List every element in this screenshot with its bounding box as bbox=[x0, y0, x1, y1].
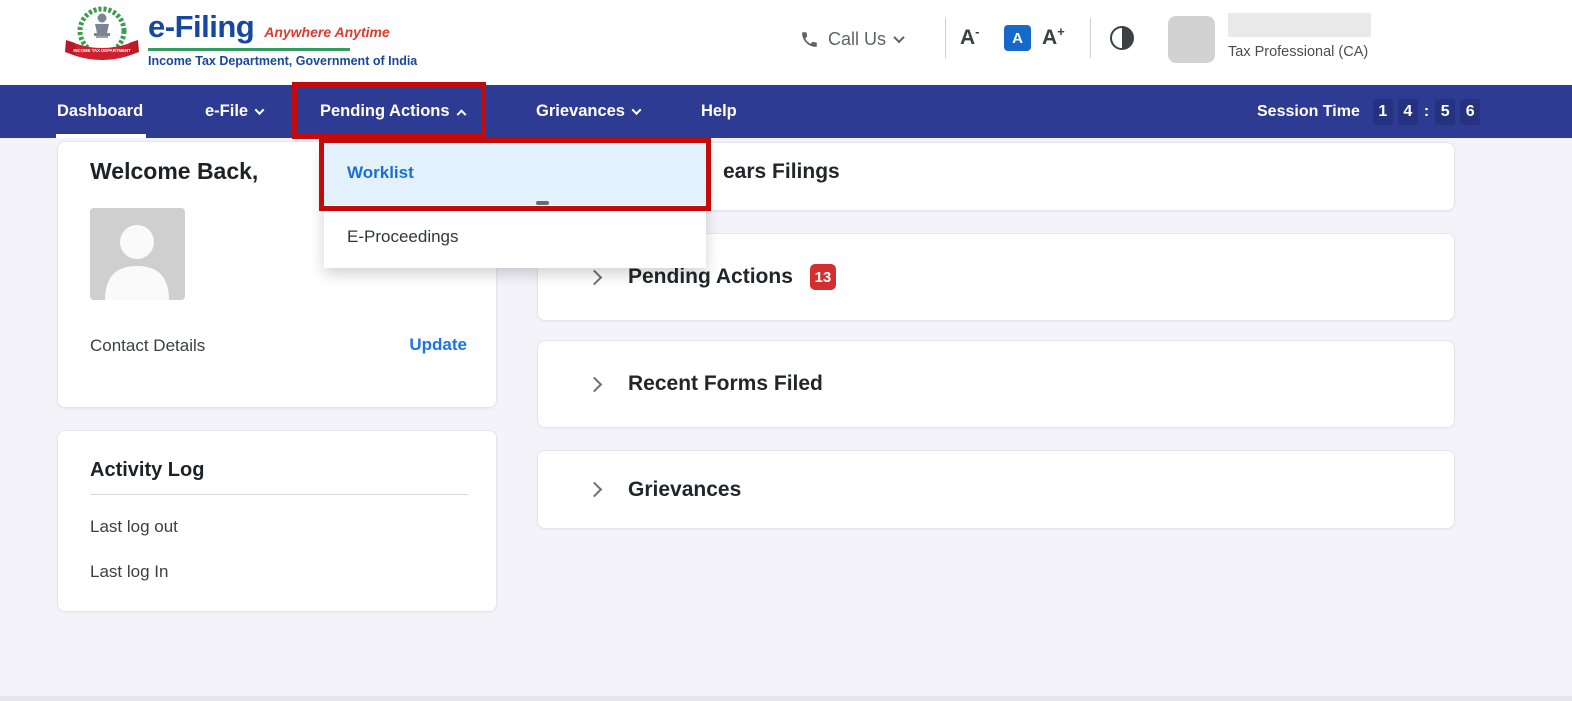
header-divider bbox=[945, 18, 946, 58]
efiling-dashboard: INCOME TAX DEPARTMENT e-Filing Anywhere … bbox=[0, 0, 1572, 701]
nav-item-grievances[interactable]: Grievances bbox=[536, 85, 640, 138]
logo-divider bbox=[148, 48, 350, 51]
contact-details-label: Contact Details bbox=[90, 336, 205, 356]
font-normal-button[interactable]: A bbox=[1004, 25, 1031, 51]
pending-actions-card-title: Pending Actions bbox=[628, 265, 793, 289]
site-logo[interactable]: e-Filing Anywhere Anytime Income Tax Dep… bbox=[148, 9, 417, 68]
contrast-toggle-icon[interactable] bbox=[1110, 26, 1134, 50]
income-tax-emblem-icon: INCOME TAX DEPARTMENT bbox=[62, 3, 142, 69]
grievances-card[interactable]: Grievances bbox=[537, 450, 1455, 529]
call-us-label: Call Us bbox=[828, 29, 886, 50]
chevron-right-icon[interactable] bbox=[587, 269, 603, 285]
divider bbox=[90, 494, 468, 495]
activity-log-card: Activity Log Last log out Last log In bbox=[57, 430, 497, 612]
nav-item-pending-actions[interactable]: Pending Actions bbox=[320, 85, 465, 138]
call-us-menu[interactable]: Call Us bbox=[800, 22, 903, 56]
chevron-right-icon[interactable] bbox=[587, 376, 603, 392]
phone-icon bbox=[800, 30, 819, 49]
activity-log-title: Activity Log bbox=[90, 459, 204, 482]
logo-subtitle: Income Tax Department, Government of Ind… bbox=[148, 54, 417, 68]
session-digit: 5 bbox=[1435, 99, 1455, 125]
nav-item-dashboard[interactable]: Dashboard bbox=[57, 85, 143, 138]
chevron-down-icon bbox=[893, 32, 904, 43]
recent-forms-card-title: Recent Forms Filed bbox=[628, 372, 823, 396]
filings-card-title: ears Filings bbox=[723, 160, 840, 184]
welcome-title: Welcome Back, bbox=[90, 158, 258, 185]
active-tab-underline bbox=[56, 134, 146, 138]
session-digit: 4 bbox=[1398, 99, 1418, 125]
session-digit: 6 bbox=[1460, 99, 1480, 125]
chevron-up-icon bbox=[456, 109, 466, 119]
grievances-card-title: Grievances bbox=[628, 478, 741, 502]
font-decrease-button[interactable]: A- bbox=[960, 24, 980, 50]
nav-item-help[interactable]: Help bbox=[701, 85, 737, 138]
pending-actions-dropdown: Worklist E-Proceedings bbox=[324, 140, 706, 268]
emblem-banner-text: INCOME TAX DEPARTMENT bbox=[73, 48, 131, 53]
update-link[interactable]: Update bbox=[409, 335, 467, 355]
last-logout-label: Last log out bbox=[90, 517, 178, 537]
top-header: INCOME TAX DEPARTMENT e-Filing Anywhere … bbox=[0, 0, 1572, 85]
logo-tagline: Anywhere Anytime bbox=[264, 24, 390, 40]
logo-title: e-Filing bbox=[148, 9, 254, 45]
last-login-label: Last log In bbox=[90, 562, 168, 582]
main-navbar: Dashboard e-File Pending Actions Grievan… bbox=[0, 85, 1572, 138]
session-time-label: Session Time bbox=[1257, 103, 1360, 121]
user-avatar[interactable] bbox=[1168, 16, 1215, 63]
cursor-artifact bbox=[536, 201, 549, 205]
session-timer: Session Time 1 4 : 5 6 bbox=[1257, 85, 1480, 138]
person-silhouette-icon bbox=[90, 208, 185, 300]
dropdown-item-eproceedings[interactable]: E-Proceedings bbox=[324, 205, 706, 268]
header-divider bbox=[1090, 18, 1091, 58]
bottom-edge-strip bbox=[0, 696, 1572, 701]
session-separator: : bbox=[1424, 103, 1429, 121]
chevron-down-icon bbox=[632, 105, 642, 115]
chevron-down-icon bbox=[255, 105, 265, 115]
pending-count-badge: 13 bbox=[810, 264, 836, 290]
nav-item-efile[interactable]: e-File bbox=[205, 85, 263, 138]
session-digit: 1 bbox=[1373, 99, 1393, 125]
font-increase-button[interactable]: A+ bbox=[1042, 24, 1065, 50]
chevron-right-icon[interactable] bbox=[587, 482, 603, 498]
profile-avatar-placeholder bbox=[90, 208, 185, 300]
dropdown-item-worklist[interactable]: Worklist bbox=[324, 140, 706, 205]
recent-forms-card[interactable]: Recent Forms Filed bbox=[537, 340, 1455, 428]
user-name-redacted bbox=[1228, 13, 1371, 37]
user-role-label: Tax Professional (CA) bbox=[1228, 44, 1368, 60]
